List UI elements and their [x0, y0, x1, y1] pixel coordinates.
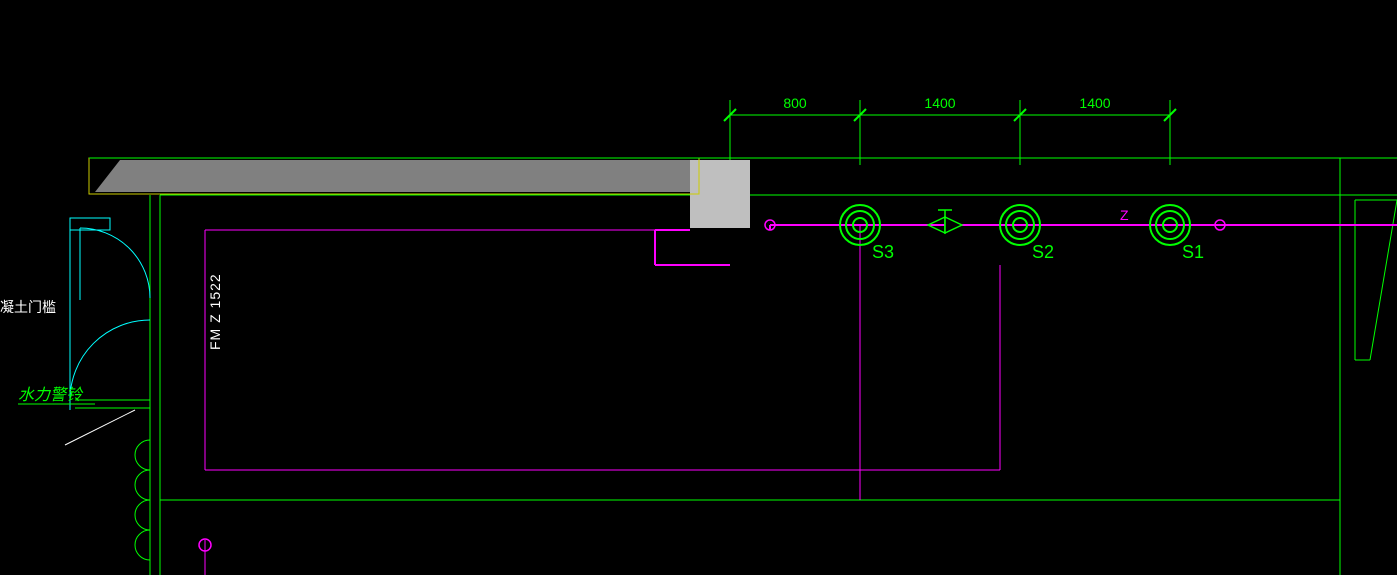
label-s3: S3 [872, 242, 894, 262]
piping [205, 225, 1397, 575]
pipe-z-label: Z [1120, 207, 1129, 223]
water-alarm-label: 水力警铃 [18, 386, 95, 404]
dim-1400-b: 1400 [1079, 95, 1110, 111]
wall-slab [89, 158, 750, 228]
pipe-nodes [199, 220, 1225, 551]
svg-text:水力警铃: 水力警铃 [18, 386, 84, 404]
dimension-group: 800 1400 1400 [724, 95, 1176, 165]
door-code: FM Z 1522 [207, 273, 223, 350]
break-line [65, 410, 135, 445]
dim-800: 800 [783, 95, 807, 111]
label-s1: S1 [1182, 242, 1204, 262]
valve-icon [928, 210, 962, 233]
dim-1400-a: 1400 [924, 95, 955, 111]
cad-canvas[interactable]: 800 1400 1400 [0, 0, 1397, 575]
note-concrete-threshold: 凝土门槛 [0, 299, 56, 315]
left-cyan [70, 218, 150, 410]
label-s2: S2 [1032, 242, 1054, 262]
